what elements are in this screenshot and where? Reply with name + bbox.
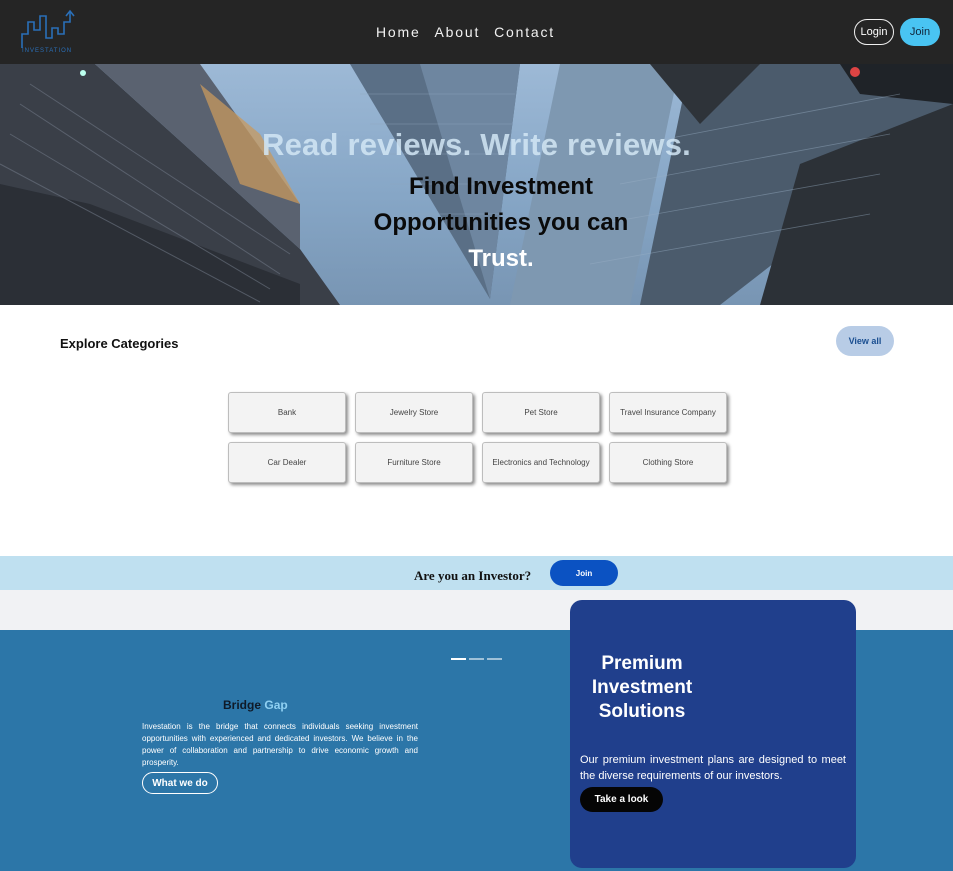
what-we-do-button[interactable]: What we do — [142, 772, 218, 794]
investor-join-button[interactable]: Join — [550, 560, 618, 586]
category-grid: Bank Jewelry Store Pet Store Travel Insu… — [228, 392, 728, 483]
category-card-clothing-store[interactable]: Clothing Store — [609, 442, 727, 483]
nav-contact-link[interactable]: Contact — [494, 24, 555, 40]
bridge-description: Investation is the bridge that connects … — [142, 722, 418, 767]
premium-description: Our premium investment plans are designe… — [580, 754, 846, 782]
hero-title-line3: Trust. — [468, 245, 534, 272]
category-card-electronics[interactable]: Electronics and Technology — [482, 442, 600, 483]
hero-title-line1: Find Investment — [408, 173, 594, 200]
take-a-look-button[interactable]: Take a look — [580, 787, 663, 812]
carousel-dot-2[interactable] — [469, 658, 484, 660]
category-card-jewelry-store[interactable]: Jewelry Store — [355, 392, 473, 433]
category-card-travel-insurance[interactable]: Travel Insurance Company — [609, 392, 727, 433]
bridge-title-part2: Gap — [264, 698, 288, 712]
category-card-pet-store[interactable]: Pet Store — [482, 392, 600, 433]
explore-categories-heading: Explore Categories — [60, 336, 179, 351]
top-navbar: INVESTATION Home About Contact Login Joi… — [0, 0, 953, 64]
nav-home-link[interactable]: Home — [376, 24, 421, 40]
carousel-dot-3[interactable] — [487, 658, 502, 660]
investor-question: Are you an Investor? — [414, 568, 532, 583]
logo-text: INVESTATION — [22, 48, 73, 54]
nav-about-link[interactable]: About — [435, 24, 481, 40]
hero-banner: Read reviews. Write reviews. Find Invest… — [0, 64, 953, 305]
nav-links: Home About Contact — [376, 24, 555, 40]
category-card-bank[interactable]: Bank — [228, 392, 346, 433]
join-button[interactable]: Join — [900, 18, 940, 46]
bridge-title-part1: Bridge — [223, 698, 262, 712]
premium-card — [570, 600, 856, 868]
hero-title: Find Investment Opportunities you can Tr… — [340, 169, 662, 277]
hero-tagline: Read reviews. Write reviews. — [262, 127, 691, 162]
carousel-indicator — [451, 658, 502, 660]
bridge-gap-title: Bridge Gap — [223, 698, 288, 712]
category-card-car-dealer[interactable]: Car Dealer — [228, 442, 346, 483]
carousel-dot-1[interactable] — [451, 658, 466, 660]
hero-title-line2: Opportunities you can — [373, 209, 629, 236]
premium-title: Premium Investment Solutions — [591, 653, 693, 722]
view-all-button[interactable]: View all — [836, 326, 894, 356]
login-button[interactable]: Login — [854, 19, 894, 45]
category-card-furniture-store[interactable]: Furniture Store — [355, 442, 473, 483]
